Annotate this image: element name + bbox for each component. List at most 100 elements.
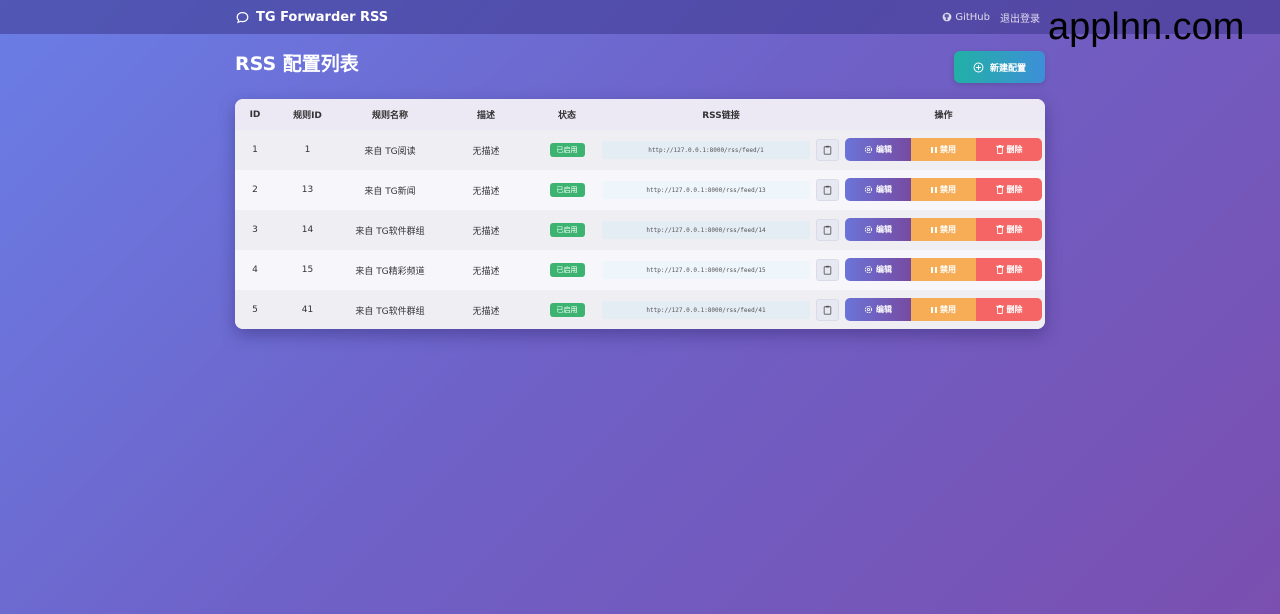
edit-button[interactable]: 编辑 xyxy=(845,138,911,161)
col-header-actions: 操作 xyxy=(934,111,953,121)
row-rule-id: 14 xyxy=(301,225,314,235)
rss-link[interactable]: http://127.0.0.1:8000/rss/feed/15 xyxy=(602,261,810,279)
row-rule-id: 41 xyxy=(301,305,314,315)
rss-link[interactable]: http://127.0.0.1:8000/rss/feed/14 xyxy=(602,221,810,239)
table-row: 3 14 来自 TG软件群组 无描述 已启用 http://127.0.0.1:… xyxy=(235,210,1045,250)
delete-button[interactable]: 删除 xyxy=(976,178,1042,201)
col-header-rule-name: 规则名称 xyxy=(371,111,408,121)
copy-link-button[interactable] xyxy=(816,139,839,161)
disable-button[interactable]: 禁用 xyxy=(911,218,976,241)
disable-label: 禁用 xyxy=(940,265,956,274)
row-id: 1 xyxy=(252,145,258,155)
row-id: 3 xyxy=(252,225,258,235)
trash-icon xyxy=(995,185,1004,194)
edit-button[interactable]: 编辑 xyxy=(845,178,911,201)
pause-icon xyxy=(931,146,937,153)
disable-label: 禁用 xyxy=(940,305,956,314)
row-rule-name: 来自 TG软件群组 xyxy=(355,306,425,317)
pause-icon xyxy=(931,186,937,193)
gear-icon xyxy=(864,305,873,314)
nav-links: GitHub 退出登录 xyxy=(942,0,1040,34)
row-copy-cell xyxy=(816,170,839,210)
table-row: 2 13 来自 TG新闻 无描述 已启用 http://127.0.0.1:80… xyxy=(235,170,1045,210)
rss-link[interactable]: http://127.0.0.1:8000/rss/feed/13 xyxy=(602,181,810,199)
clipboard-icon xyxy=(823,185,832,195)
row-description: 无描述 xyxy=(472,266,500,277)
pause-icon xyxy=(931,266,937,273)
pause-icon xyxy=(931,306,937,313)
edit-button[interactable]: 编辑 xyxy=(845,258,911,281)
new-config-label: 新建配置 xyxy=(989,63,1026,74)
row-rule-id: 13 xyxy=(301,185,314,195)
rss-link[interactable]: http://127.0.0.1:8000/rss/feed/41 xyxy=(602,301,810,319)
col-header-id: ID xyxy=(249,109,261,120)
status-badge: 已启用 xyxy=(549,263,585,277)
copy-link-button[interactable] xyxy=(816,299,839,321)
col-header-rule-id: 规则ID xyxy=(293,111,322,121)
delete-button[interactable]: 删除 xyxy=(976,138,1042,161)
row-rule-id: 1 xyxy=(304,145,311,155)
status-badge: 已启用 xyxy=(549,223,585,237)
row-id: 2 xyxy=(252,185,258,195)
row-status-cell: 已启用 xyxy=(532,170,602,210)
edit-button[interactable]: 编辑 xyxy=(845,298,911,321)
table-header: ID 规则ID 规则名称 描述 状态 RSS链接 操作 xyxy=(235,99,1045,130)
status-badge: 已启用 xyxy=(549,303,585,317)
watermark: applnn.com xyxy=(1048,6,1245,48)
row-link-cell: http://127.0.0.1:8000/rss/feed/13 xyxy=(602,170,810,210)
page-title: RSS 配置列表 xyxy=(235,53,359,75)
delete-button[interactable]: 删除 xyxy=(976,218,1042,241)
disable-button[interactable]: 禁用 xyxy=(911,178,976,201)
row-description: 无描述 xyxy=(472,186,500,197)
delete-label: 删除 xyxy=(1006,225,1023,234)
row-link-cell: http://127.0.0.1:8000/rss/feed/41 xyxy=(602,290,810,329)
edit-label: 编辑 xyxy=(876,185,892,194)
table-row: 4 15 来自 TG精彩频道 无描述 已启用 http://127.0.0.1:… xyxy=(235,250,1045,290)
clipboard-icon xyxy=(823,265,832,275)
delete-label: 删除 xyxy=(1006,145,1023,154)
col-header-rss-link: RSS链接 xyxy=(702,111,740,121)
copy-link-button[interactable] xyxy=(816,259,839,281)
disable-button[interactable]: 禁用 xyxy=(911,138,976,161)
brand[interactable]: TG Forwarder RSS xyxy=(236,0,388,34)
row-rule-name: 来自 TG阅读 xyxy=(364,146,416,157)
delete-button[interactable]: 删除 xyxy=(976,298,1042,321)
disable-button[interactable]: 禁用 xyxy=(911,298,976,321)
status-badge: 已启用 xyxy=(549,183,585,197)
trash-icon xyxy=(995,265,1004,274)
row-id: 5 xyxy=(252,305,258,315)
logout-label: 退出登录 xyxy=(1000,13,1040,25)
rss-link[interactable]: http://127.0.0.1:8000/rss/feed/1 xyxy=(602,141,810,159)
brand-title: TG Forwarder RSS xyxy=(256,9,389,25)
col-header-status: 状态 xyxy=(557,111,576,121)
row-rule-name: 来自 TG精彩频道 xyxy=(355,266,425,277)
copy-link-button[interactable] xyxy=(816,219,839,241)
edit-label: 编辑 xyxy=(876,265,892,274)
gear-icon xyxy=(864,265,873,274)
delete-label: 删除 xyxy=(1006,185,1023,194)
gear-icon xyxy=(864,145,873,154)
edit-label: 编辑 xyxy=(876,305,892,314)
clipboard-icon xyxy=(823,225,832,235)
row-id: 4 xyxy=(252,265,258,275)
disable-label: 禁用 xyxy=(940,185,956,194)
github-icon xyxy=(942,12,952,22)
row-copy-cell xyxy=(816,130,839,170)
edit-button[interactable]: 编辑 xyxy=(845,218,911,241)
disable-button[interactable]: 禁用 xyxy=(911,258,976,281)
row-link-cell: http://127.0.0.1:8000/rss/feed/15 xyxy=(602,250,810,290)
clipboard-icon xyxy=(823,305,832,315)
col-header-description: 描述 xyxy=(476,111,495,121)
trash-icon xyxy=(995,145,1004,154)
github-link[interactable]: GitHub xyxy=(942,12,990,23)
gear-icon xyxy=(864,225,873,234)
chat-bubble-icon xyxy=(236,11,249,24)
logout-link[interactable]: 退出登录 xyxy=(1000,10,1040,25)
edit-label: 编辑 xyxy=(876,225,892,234)
delete-button[interactable]: 删除 xyxy=(976,258,1042,281)
new-config-button[interactable]: 新建配置 xyxy=(954,51,1045,83)
row-status-cell: 已启用 xyxy=(532,210,602,250)
row-link-cell: http://127.0.0.1:8000/rss/feed/1 xyxy=(602,130,810,170)
copy-link-button[interactable] xyxy=(816,179,839,201)
plus-circle-icon xyxy=(973,62,984,73)
